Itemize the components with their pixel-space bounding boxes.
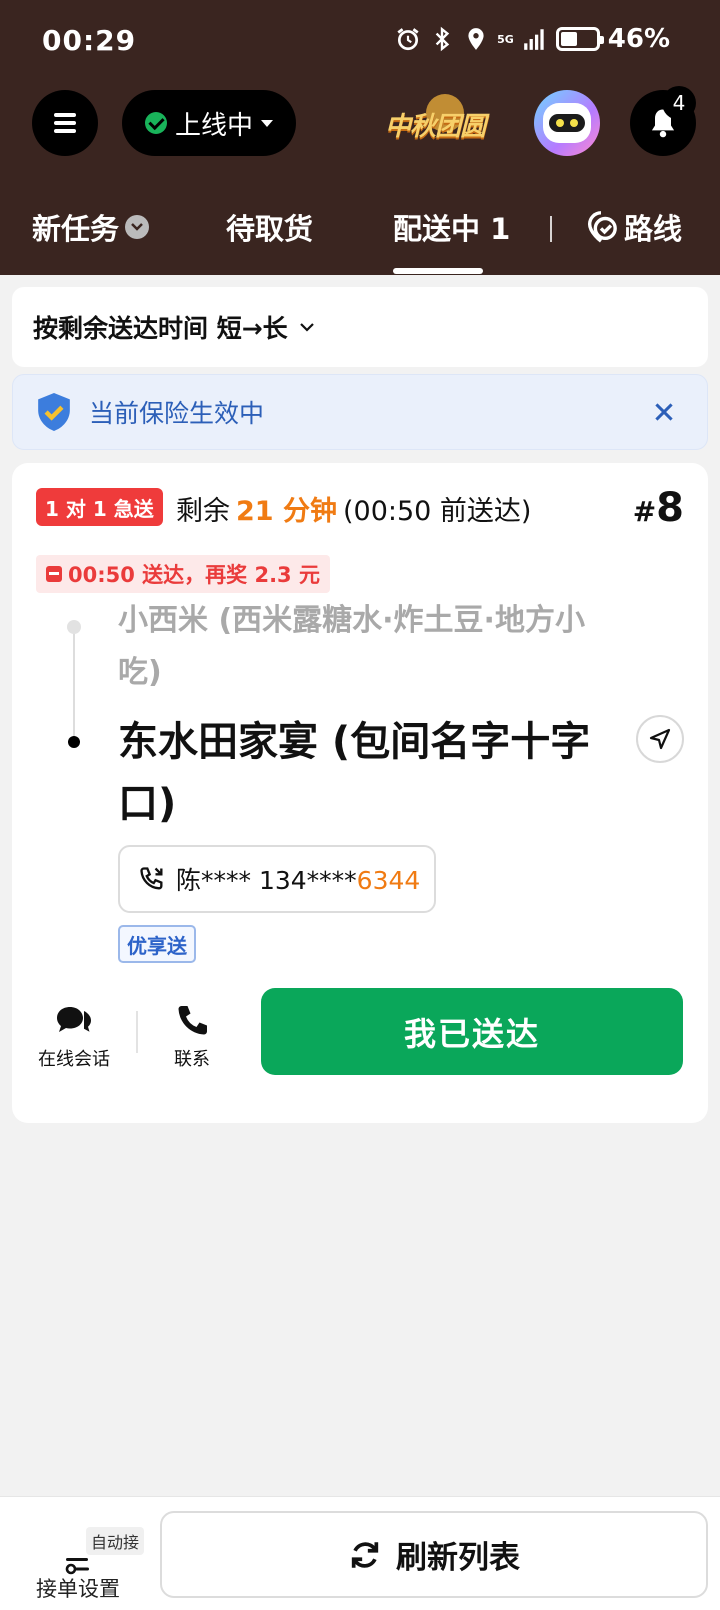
- task-tabs: 新任务 待取货 配送中 1 路线: [0, 190, 720, 275]
- shield-check-icon: [38, 393, 70, 431]
- chevron-down-icon: [125, 215, 150, 239]
- active-tab-indicator: [393, 268, 483, 274]
- action-divider: [136, 1011, 138, 1053]
- customer-contact[interactable]: 陈**** 134****6344: [118, 845, 436, 913]
- online-status-toggle[interactable]: 上线中: [122, 90, 296, 156]
- sort-selector[interactable]: 按剩余送达时间 短→长: [12, 287, 708, 367]
- service-type-tag: 优享送: [118, 925, 196, 963]
- insurance-banner: 当前保险生效中: [12, 374, 708, 450]
- tab-to-pickup[interactable]: 待取货: [226, 206, 313, 248]
- close-icon[interactable]: [651, 399, 677, 425]
- contact-masked: 陈**** 134****: [176, 866, 357, 895]
- assistant-avatar-button[interactable]: [534, 90, 600, 156]
- festival-logo: 中秋团圆: [380, 92, 490, 156]
- refresh-list-button[interactable]: 刷新列表: [160, 1511, 708, 1598]
- red-envelope-icon: [46, 566, 62, 582]
- order-settings-button[interactable]: 自动接 接单设置: [36, 1517, 156, 1601]
- tab-divider: [550, 216, 552, 242]
- tab-route[interactable]: 路线: [584, 206, 682, 248]
- status-time: 00:29: [42, 24, 137, 57]
- chat-bubbles-icon: [57, 1007, 91, 1032]
- online-chat-button[interactable]: 在线会话: [34, 1003, 114, 1071]
- alarm-icon: [397, 28, 419, 51]
- battery-percent: 46%: [607, 24, 670, 54]
- remaining-minutes: 21 分钟: [236, 496, 337, 527]
- menu-button[interactable]: [32, 90, 98, 156]
- location-icon: [468, 28, 484, 50]
- phone-icon: [178, 1006, 207, 1035]
- remaining-time: 剩余 21 分钟 (00:50 前送达): [176, 489, 531, 528]
- battery-icon: [555, 27, 604, 51]
- navigate-button[interactable]: [636, 715, 684, 763]
- menu-icon: [54, 113, 76, 133]
- phone-forward-icon: [140, 867, 163, 890]
- order-number: #8: [632, 485, 684, 531]
- auto-accept-tag: 自动接: [86, 1527, 145, 1555]
- confirm-delivered-button[interactable]: 我已送达: [261, 988, 683, 1075]
- call-button[interactable]: 联系: [160, 1003, 224, 1071]
- delivery-destination: 东水田家宴 (包间名字十字口): [118, 719, 591, 827]
- signal-icon: [523, 29, 544, 50]
- chevron-down-icon: [299, 323, 314, 332]
- online-status-label: 上线中: [174, 110, 253, 141]
- robot-icon: [543, 103, 591, 143]
- route-connector: [73, 631, 75, 743]
- pickup-shop-name: 小西米 (西米露糖水·炸土豆·地方小吃): [118, 603, 585, 690]
- route-pin-icon: [587, 211, 617, 243]
- app-header: 00:29 5G 46% 上线中 中秋团圆 4 新任务 待取货 配送中 1 路线: [0, 0, 720, 275]
- urgent-delivery-badge: 1 对 1 急送: [36, 488, 163, 526]
- dropoff-dot: [68, 736, 80, 748]
- bluetooth-icon: [435, 26, 450, 52]
- phone-tail-digits: 6344: [356, 866, 421, 895]
- caret-down-icon: [261, 119, 273, 127]
- bottom-bar: 自动接 接单设置 刷新列表: [0, 1496, 720, 1610]
- tab-new-tasks[interactable]: 新任务: [32, 206, 150, 248]
- settings-label: 接单设置: [36, 1577, 120, 1601]
- status-bar: 00:29 5G 46%: [0, 0, 720, 84]
- order-card[interactable]: 1 对 1 急送 剩余 21 分钟 (00:50 前送达) #8 00:50 送…: [12, 463, 708, 1123]
- network-type: 5G: [497, 32, 514, 46]
- tab-delivering[interactable]: 配送中 1: [393, 206, 510, 248]
- sort-label: 按剩余送达时间 短→长: [33, 314, 288, 343]
- insurance-text: 当前保险生效中: [89, 399, 265, 428]
- navigation-arrow-icon: [649, 728, 671, 750]
- notification-count-badge: 4: [662, 86, 696, 120]
- pickup-dot: [67, 620, 81, 634]
- status-icons: 5G 46%: [395, 24, 670, 54]
- refresh-icon: [351, 1541, 379, 1568]
- deadline-text: (00:50 前送达): [342, 496, 532, 527]
- toggle-settings-icon: [65, 1558, 89, 1575]
- check-circle-icon: [144, 112, 167, 134]
- reward-tag: 00:50 送达，再奖 2.3 元: [36, 555, 330, 593]
